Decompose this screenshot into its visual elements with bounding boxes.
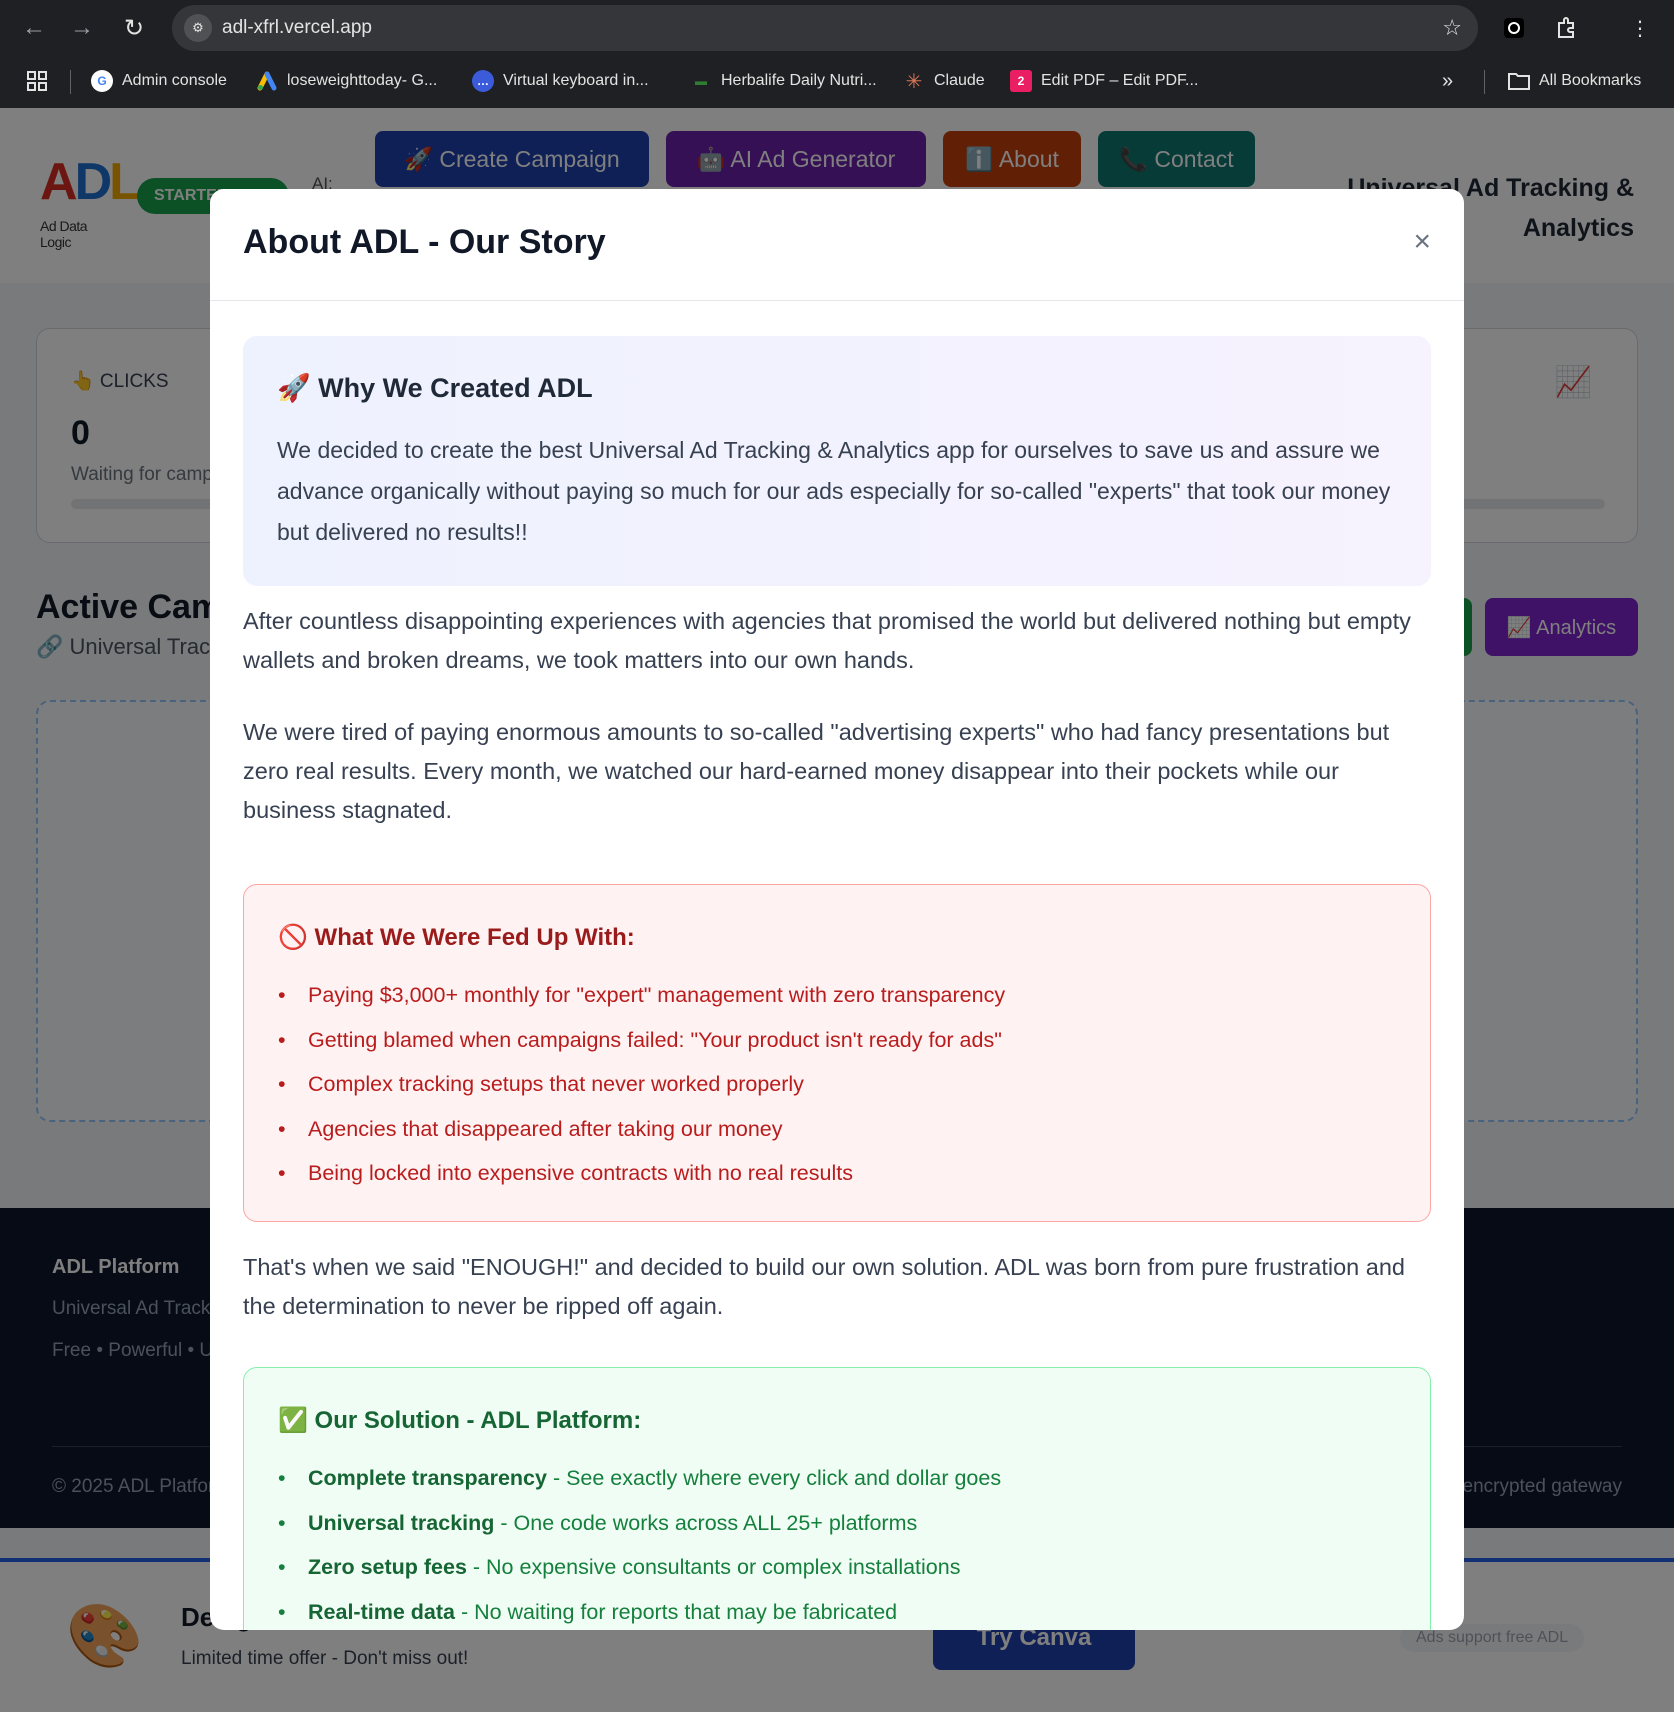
list-item: Agencies that disappeared after taking o…: [278, 1107, 1005, 1152]
toolbar: ← → ↻ ⚙ adl-xfrl.vercel.app ☆ ⋮: [0, 0, 1674, 56]
list-item: Complete transparency - See exactly wher…: [278, 1456, 1001, 1501]
list-item: Universal tracking - One code works acro…: [278, 1501, 1001, 1546]
apps-grid-icon[interactable]: [26, 70, 48, 92]
solution-item-bold: Universal tracking: [308, 1510, 495, 1535]
bookmark-admin-console[interactable]: G Admin console: [91, 70, 227, 92]
claude-icon: ✳: [905, 70, 923, 93]
story-paragraph-3: That's when we said "ENOUGH!" and decide…: [243, 1254, 1405, 1319]
fed-up-list: Paying $3,000+ monthly for "expert" mana…: [278, 973, 1005, 1196]
fed-up-title: 🚫 What We Were Fed Up With:: [278, 924, 635, 951]
folder-icon: [1508, 70, 1530, 92]
solution-box: ✅ Our Solution - ADL Platform: Complete …: [243, 1367, 1431, 1630]
solution-item-text: - See exactly where every click and doll…: [546, 1466, 1002, 1490]
list-item: Zero setup fees - No expensive consultan…: [278, 1545, 1001, 1590]
solution-item-text: - One code works across ALL 25+ platform…: [494, 1510, 918, 1535]
solution-list: Complete transparency - See exactly wher…: [278, 1456, 1001, 1630]
bookmark-claude[interactable]: ✳ Claude: [903, 70, 985, 93]
modal-header: About ADL - Our Story ×: [210, 189, 1464, 301]
reload-icon[interactable]: ↻: [118, 12, 150, 44]
bookmarks-bar: G Admin console loseweighttoday- G... … …: [0, 56, 1674, 108]
back-icon[interactable]: ←: [18, 12, 50, 44]
bookmark-label: Herbalife Daily Nutri...: [721, 72, 877, 89]
forward-icon[interactable]: →: [66, 12, 98, 44]
close-icon[interactable]: ×: [1413, 227, 1431, 257]
list-item: Paying $3,000+ monthly for "expert" mana…: [278, 973, 1005, 1018]
solution-title: ✅ Our Solution - ADL Platform:: [278, 1407, 642, 1434]
list-item: Being locked into expensive contracts wi…: [278, 1151, 1005, 1196]
bookmark-separator: [1484, 70, 1485, 94]
list-item: Complex tracking setups that never worke…: [278, 1062, 1005, 1107]
fed-up-box: 🚫 What We Were Fed Up With: Paying $3,00…: [243, 884, 1431, 1222]
chat-bubble-icon: …: [472, 70, 494, 92]
bookmark-label: Virtual keyboard in...: [503, 72, 649, 89]
google-icon: G: [91, 70, 113, 92]
more-bookmarks-chevron-icon[interactable]: »: [1442, 70, 1453, 93]
story-paragraph-1: After countless disappointing experience…: [243, 608, 1411, 673]
bookmark-separator: [70, 70, 71, 94]
browser-chrome: ← → ↻ ⚙ adl-xfrl.vercel.app ☆ ⋮ G Admin …: [0, 0, 1674, 108]
bookmark-label: Edit PDF – Edit PDF...: [1041, 72, 1199, 89]
bookmark-google-ads[interactable]: loseweighttoday- G...: [256, 70, 437, 92]
bookmark-label: loseweighttoday- G...: [287, 72, 438, 89]
solution-item-bold: Complete transparency: [308, 1466, 547, 1490]
why-created-title: 🚀 Why We Created ADL: [277, 373, 593, 403]
list-item: Real-time data - No waiting for reports …: [278, 1590, 1001, 1630]
bookmark-label: Claude: [934, 72, 985, 89]
menu-kebab-icon[interactable]: ⋮: [1626, 14, 1654, 42]
bookmark-virtual-keyboard[interactable]: … Virtual keyboard in...: [472, 70, 649, 92]
bookmark-edit-pdf[interactable]: 2 Edit PDF – Edit PDF...: [1010, 70, 1198, 92]
all-bookmarks-label: All Bookmarks: [1539, 72, 1642, 89]
site-info-icon[interactable]: ⚙: [184, 14, 212, 42]
bookmark-herbalife[interactable]: ▬ Herbalife Daily Nutri...: [690, 70, 877, 92]
why-created-box: 🚀 Why We Created ADL We decided to creat…: [243, 336, 1431, 586]
modal-title: About ADL - Our Story: [243, 223, 606, 261]
url-text[interactable]: adl-xfrl.vercel.app: [222, 17, 372, 39]
all-bookmarks-button[interactable]: All Bookmarks: [1508, 70, 1641, 92]
solution-item-bold: Real-time data: [308, 1599, 455, 1624]
google-ads-icon: [256, 70, 278, 92]
story-paragraph-2: We were tired of paying enormous amounts…: [243, 719, 1390, 823]
bookmark-star-icon[interactable]: ☆: [1442, 15, 1462, 41]
extension-icon[interactable]: [1500, 14, 1528, 42]
extensions-puzzle-icon[interactable]: [1552, 14, 1580, 42]
list-item: Getting blamed when campaigns failed: "Y…: [278, 1018, 1005, 1063]
why-created-text: We decided to create the best Universal …: [277, 437, 1391, 545]
solution-item-text: - No expensive consultants or complex in…: [466, 1555, 961, 1580]
address-bar[interactable]: ⚙ adl-xfrl.vercel.app ☆: [172, 5, 1478, 51]
pdf-icon: 2: [1010, 70, 1032, 92]
leaf-icon: ▬: [695, 74, 707, 88]
about-modal: About ADL - Our Story × 🚀 Why We Created…: [210, 189, 1464, 1630]
solution-item-text: - No waiting for reports that may be fab…: [454, 1599, 898, 1624]
bookmark-label: Admin console: [122, 72, 227, 89]
solution-item-bold: Zero setup fees: [308, 1555, 467, 1580]
